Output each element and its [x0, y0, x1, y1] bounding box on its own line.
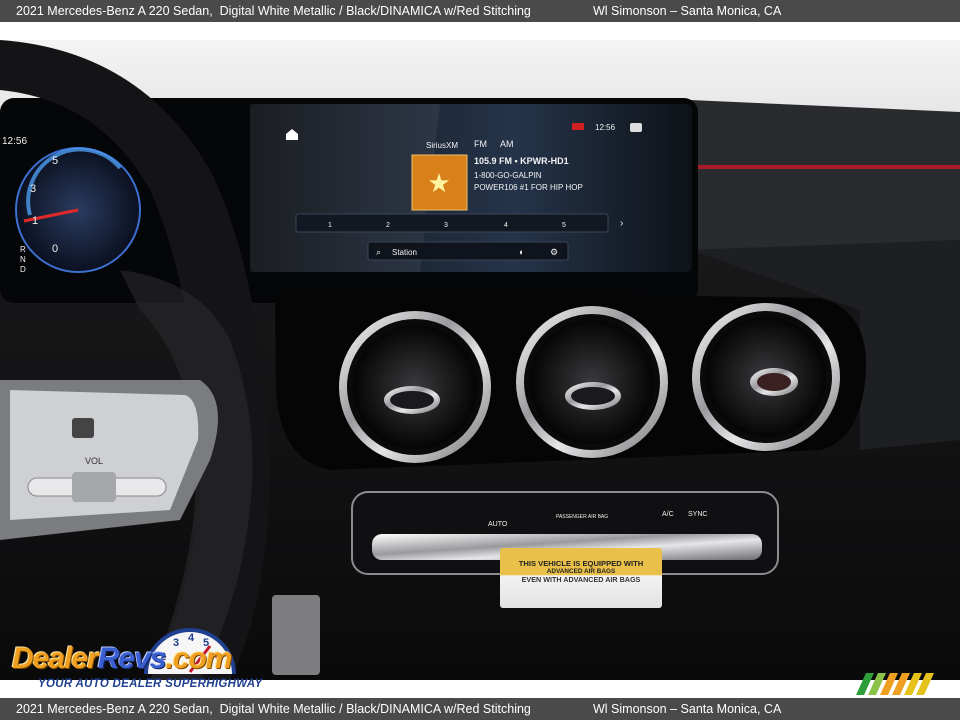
- preset-2[interactable]: 2: [386, 222, 390, 229]
- air-vent-right[interactable]: [692, 303, 840, 451]
- screen-clock: 12:56: [595, 123, 616, 132]
- ambient-light-strip: [695, 165, 960, 169]
- airbag-warning-label: THIS VEHICLE IS EQUIPPED WITH ADVANCED A…: [500, 548, 662, 608]
- station-name: 105.9 FM • KPWR-HD1: [474, 156, 569, 166]
- watermark-tagline: YOUR AUTO DEALER SUPERHIGHWAY: [38, 678, 263, 690]
- watermark-brand: DealerRevs.com: [12, 642, 232, 675]
- gauge-number-1: 1: [32, 215, 38, 227]
- dash-top-right: [690, 100, 960, 250]
- band-am[interactable]: AM: [500, 139, 514, 149]
- airbag-label-line3: EVEN WITH ADVANCED AIR BAGS: [522, 575, 641, 584]
- caption-dealer: Wl Simonson – Santa Monica, CA: [593, 4, 782, 18]
- gauge-number-5: 5: [52, 155, 58, 167]
- caption-bar-bottom: 2021 Mercedes-Benz A 220 Sedan, Digital …: [0, 698, 960, 720]
- dashboard-illustration: 12:56 5 3 1 0 R N D SiriusXM FM AM 12:56…: [0, 40, 960, 680]
- caption-text-bottom: 2021 Mercedes-Benz A 220 Sedan, Digital …: [16, 702, 531, 716]
- settings-gear-icon[interactable]: ⚙: [550, 247, 558, 257]
- pedal: [272, 595, 320, 675]
- star-icon: ★: [427, 168, 450, 198]
- preset-1[interactable]: 1: [328, 222, 332, 229]
- next-arrow-icon[interactable]: ›: [620, 218, 623, 229]
- source-label: SiriusXM: [426, 141, 458, 150]
- climate-sync[interactable]: SYNC: [688, 511, 707, 518]
- air-vent-center[interactable]: [516, 306, 668, 458]
- sound-icon[interactable]: ◖: [518, 247, 523, 257]
- gear-r: R: [20, 245, 26, 254]
- gear-n: N: [20, 255, 26, 264]
- caption-bar-top: 2021 Mercedes-Benz A 220 Sedan, Digital …: [0, 0, 960, 22]
- station-slogan: POWER106 #1 FOR HIP HOP: [474, 183, 583, 192]
- caption-dealer-bottom: Wl Simonson – Santa Monica, CA: [593, 702, 782, 716]
- volume-thumbwheel[interactable]: [72, 472, 116, 502]
- cluster-time: 12:56: [2, 136, 27, 147]
- message-icon[interactable]: [630, 123, 642, 132]
- signal-icon: [572, 123, 584, 130]
- climate-auto[interactable]: AUTO: [488, 521, 508, 528]
- watermark-stripes: [856, 673, 934, 695]
- dealerrevs-watermark: 2 3 4 5 6 DealerRevs.com YOUR AUTO DEALE…: [12, 624, 272, 694]
- dashboard-photo: 12:56 5 3 1 0 R N D SiriusXM FM AM 12:56…: [0, 40, 960, 680]
- station-button[interactable]: Station: [392, 248, 417, 257]
- vol-label: VOL: [85, 456, 103, 466]
- search-icon[interactable]: ⌕: [376, 247, 381, 257]
- band-fm[interactable]: FM: [474, 139, 487, 149]
- preset-4[interactable]: 4: [504, 222, 508, 229]
- climate-passenger-airbag: PASSENGER AIR BAG: [556, 514, 608, 520]
- airbag-label-line2: ADVANCED AIR BAGS: [547, 568, 616, 575]
- preset-5[interactable]: 5: [562, 222, 566, 229]
- climate-ac[interactable]: A/C: [662, 511, 674, 518]
- gear-d: D: [20, 265, 26, 274]
- preset-3[interactable]: 3: [444, 222, 448, 229]
- gauge-number-3: 3: [30, 183, 36, 195]
- caption-text: 2021 Mercedes-Benz A 220 Sedan, Digital …: [16, 4, 531, 18]
- station-phone: 1-800-GO-GALPIN: [474, 171, 542, 180]
- air-vent-left[interactable]: [339, 311, 491, 463]
- touch-control-button[interactable]: [72, 418, 94, 438]
- gauge-number-0: 0: [52, 243, 58, 255]
- airbag-label-line1: THIS VEHICLE IS EQUIPPED WITH: [519, 559, 643, 568]
